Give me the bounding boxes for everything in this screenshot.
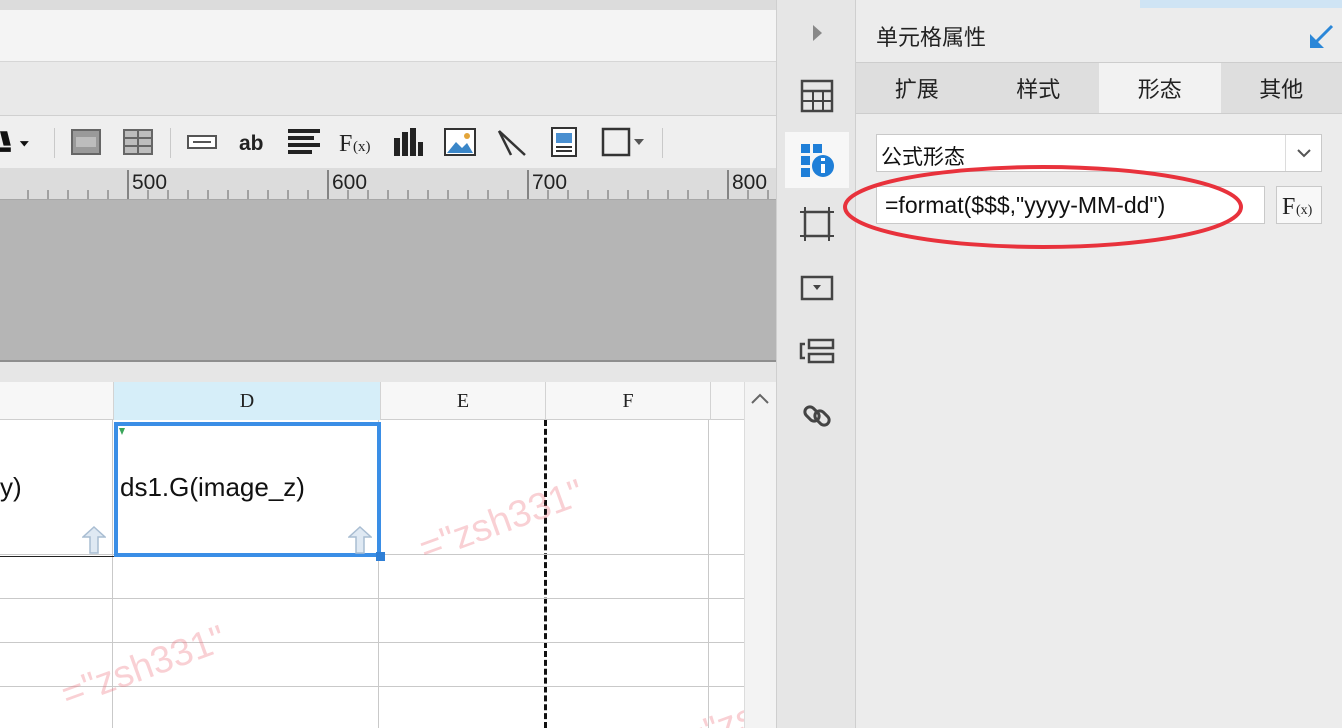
panel-title: 单元格属性 <box>876 26 987 51</box>
cell-resize-handle[interactable] <box>376 552 385 561</box>
property-tabs: 扩展 样式 形态 其他 <box>856 62 1342 114</box>
top-accent-bar <box>1140 0 1342 8</box>
formula-editor-button[interactable]: F (x) <box>1276 186 1322 224</box>
split-cells-icon[interactable] <box>120 124 156 160</box>
svg-text:F: F <box>339 131 352 155</box>
ruler-ticks <box>27 170 769 199</box>
ruler-label-500: 500 <box>132 171 168 194</box>
column-header-e[interactable]: E <box>381 382 546 420</box>
property-icon-strip <box>776 0 856 728</box>
toolbar-separator <box>54 128 55 158</box>
form-type-select[interactable]: 公式形态 <box>876 134 1322 172</box>
expand-up-icon <box>81 525 107 554</box>
insert-chart-icon[interactable] <box>390 124 426 160</box>
panel-bar <box>0 62 776 159</box>
svg-text:F: F <box>1282 194 1295 219</box>
cell-property-panel: 单元格属性 扩展 样式 形态 其他 公式形态 F(x) <box>856 0 1342 728</box>
insert-text-field-icon[interactable] <box>184 124 220 160</box>
tab-other[interactable]: 其他 <box>1221 63 1342 113</box>
column-header-f[interactable]: F <box>546 382 711 420</box>
merge-cells-icon[interactable] <box>68 124 104 160</box>
tab-expand[interactable]: 扩展 <box>856 63 978 113</box>
watermark-text: ="zsh331" <box>55 617 232 717</box>
svg-text:(x): (x) <box>1296 203 1313 218</box>
condition-attribute-icon[interactable] <box>785 324 849 380</box>
cell-properties-info-icon[interactable] <box>785 132 849 188</box>
cell-attribute-icon[interactable] <box>785 68 849 124</box>
page-break-line <box>544 420 547 728</box>
cell-marker-icon <box>118 422 126 441</box>
hyperlink-icon[interactable] <box>785 388 849 444</box>
title-bar <box>0 10 776 62</box>
formula-fx-icon[interactable]: F (x) <box>338 124 374 160</box>
font-color-icon[interactable] <box>0 124 36 160</box>
svg-text:ab: ab <box>239 132 264 154</box>
expand-up-icon <box>347 525 373 554</box>
watermark-text: ="zsh331" <box>677 661 744 728</box>
form-type-value: 公式形态 <box>881 145 965 169</box>
scroll-up-icon[interactable] <box>747 388 773 410</box>
tab-form[interactable]: 形态 <box>1099 63 1221 113</box>
expand-panel-icon[interactable] <box>1308 22 1336 50</box>
collapse-arrow-icon[interactable] <box>785 8 849 58</box>
ruler-label-600: 600 <box>332 171 368 194</box>
insert-image-icon[interactable] <box>442 124 478 160</box>
canvas-separator <box>0 362 776 382</box>
svg-text:(x): (x) <box>353 139 371 155</box>
report-canvas-area <box>0 200 776 362</box>
grid-line <box>708 420 709 728</box>
grid-line <box>0 598 744 599</box>
column-header-row: D E F <box>0 382 744 420</box>
top-strip <box>0 0 776 10</box>
chevron-down-icon[interactable] <box>1285 135 1321 171</box>
widget-dropdown-icon[interactable] <box>785 260 849 316</box>
grid-line <box>0 556 114 557</box>
cell-c1-text: y) <box>0 472 22 502</box>
vertical-scrollbar[interactable] <box>744 382 776 728</box>
cell-d1-text: ds1.G(image_z) <box>120 472 305 502</box>
insert-slash-icon[interactable] <box>494 124 530 160</box>
horizontal-ruler: 500 600 700 800 <box>0 168 776 200</box>
watermark-text: ="zsh331" <box>413 471 590 571</box>
border-dropdown-icon[interactable] <box>600 124 648 160</box>
ruler-label-700: 700 <box>532 171 568 194</box>
column-header-d[interactable]: D <box>114 382 381 420</box>
column-header-c[interactable] <box>0 382 114 420</box>
insert-subreport-icon[interactable] <box>546 124 582 160</box>
formula-input[interactable] <box>876 186 1265 224</box>
toolbar <box>0 116 776 168</box>
spreadsheet-grid[interactable]: y) ds1.G(image_z) ="zsh331" ="zsh331" ="… <box>0 420 744 728</box>
toolbar-separator <box>170 128 171 158</box>
toolbar-separator <box>662 128 663 158</box>
text-ab-icon[interactable]: ab <box>234 124 270 160</box>
ruler-label-800: 800 <box>732 171 768 194</box>
tab-style[interactable]: 样式 <box>978 63 1100 113</box>
cell-border-icon[interactable] <box>785 196 849 252</box>
grid-line <box>0 642 744 643</box>
align-text-icon[interactable] <box>286 124 322 160</box>
